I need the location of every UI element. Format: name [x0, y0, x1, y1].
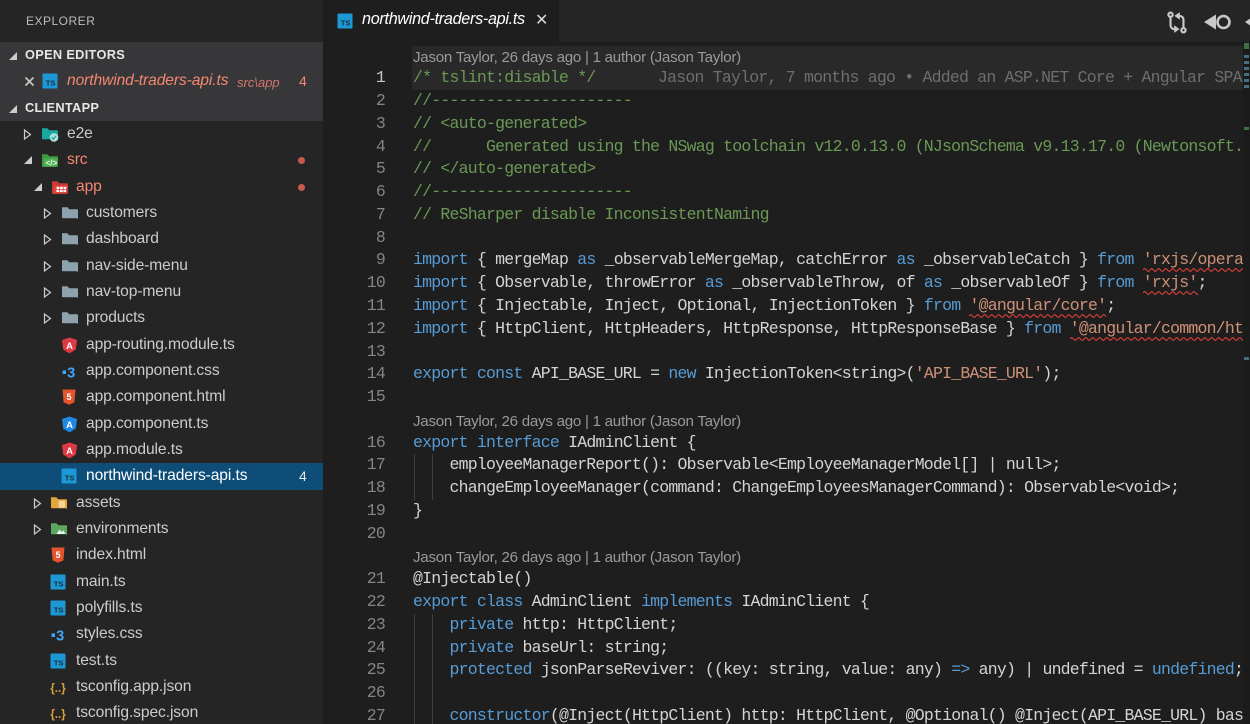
svg-text:{..}: {..}	[50, 683, 66, 695]
svg-text:{..}: {..}	[50, 709, 66, 721]
svg-text:A: A	[66, 446, 73, 457]
svg-text:3: 3	[67, 366, 75, 380]
svg-text:TS: TS	[65, 474, 75, 483]
svg-text:TS: TS	[54, 606, 64, 615]
svg-text:5: 5	[55, 550, 60, 560]
svg-text:5: 5	[66, 392, 71, 402]
svg-text:</>: </>	[45, 159, 57, 168]
svg-text:TS: TS	[54, 579, 64, 588]
svg-text:A: A	[66, 340, 73, 351]
svg-text:TS: TS	[341, 19, 351, 28]
svg-text:TS: TS	[46, 79, 56, 88]
svg-text:A: A	[66, 419, 73, 430]
svg-text:TS: TS	[54, 658, 64, 667]
svg-text:3: 3	[56, 629, 64, 643]
